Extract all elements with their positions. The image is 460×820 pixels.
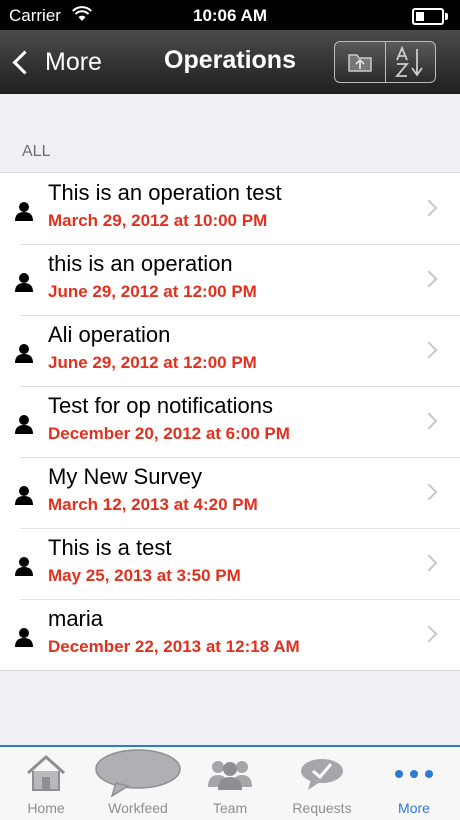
- tab-requests[interactable]: Requests: [276, 747, 368, 820]
- folder-icon: [348, 54, 372, 72]
- sort-az-icon: [395, 46, 423, 77]
- operation-date: March 29, 2012 at 10:00 PM: [48, 211, 268, 230]
- status-bar: Carrier 10:06 AM: [0, 0, 460, 30]
- operation-title: This is an operation test: [48, 180, 282, 205]
- operation-date: June 29, 2012 at 12:00 PM: [48, 353, 257, 372]
- section-header: ALL: [22, 143, 51, 160]
- operation-title: My New Survey: [48, 464, 203, 489]
- tab-label: More: [398, 800, 430, 816]
- list-item[interactable]: This is an operation test March 29, 2012…: [0, 173, 460, 244]
- chevron-right-icon: [420, 270, 438, 288]
- operation-date: May 25, 2013 at 3:50 PM: [48, 566, 241, 585]
- operation-title: This is a test: [48, 535, 172, 560]
- person-icon: [15, 344, 33, 363]
- tab-label: Home: [27, 800, 65, 816]
- navigation-bar: More Operations: [0, 30, 460, 94]
- chevron-right-icon: [420, 199, 438, 217]
- tab-bar: Home Workfeed Team Requests More: [0, 745, 460, 820]
- home-icon: [27, 754, 65, 791]
- tab-label: Team: [212, 800, 248, 816]
- folder-filter-button[interactable]: [335, 42, 385, 82]
- sort-az-button[interactable]: [384, 42, 436, 82]
- person-icon: [15, 273, 33, 292]
- operation-title: this is an operation: [48, 251, 233, 276]
- group-icon: [208, 761, 252, 790]
- chevron-right-icon: [420, 554, 438, 572]
- tab-label: Workfeed: [108, 800, 168, 816]
- operation-title: Ali operation: [48, 322, 171, 347]
- back-button-label: More: [45, 47, 102, 76]
- list-item[interactable]: This is a test May 25, 2013 at 3:50 PM: [0, 528, 460, 599]
- request-check-icon: [301, 759, 343, 790]
- person-icon: [15, 202, 33, 221]
- operation-date: June 29, 2012 at 12:00 PM: [48, 282, 257, 301]
- list-item[interactable]: Ali operation June 29, 2012 at 12:00 PM: [0, 315, 460, 386]
- toolbar-segment: [334, 41, 436, 83]
- person-icon: [15, 415, 33, 434]
- speech-bubble-icon: [95, 749, 181, 797]
- person-icon: [15, 628, 33, 647]
- clock: 10:06 AM: [192, 6, 267, 25]
- list-item[interactable]: maria December 22, 2013 at 12:18 AM: [0, 599, 460, 670]
- person-icon: [15, 486, 33, 505]
- person-icon: [15, 557, 33, 576]
- tab-more[interactable]: More: [368, 747, 460, 820]
- list-item[interactable]: My New Survey March 12, 2013 at 4:20 PM: [0, 457, 460, 528]
- chevron-left-icon: [12, 49, 37, 75]
- operation-date: December 20, 2012 at 6:00 PM: [48, 424, 290, 443]
- tab-home[interactable]: Home: [0, 747, 92, 820]
- more-dots-icon: [395, 770, 433, 778]
- chevron-right-icon: [420, 341, 438, 359]
- operations-list: This is an operation test March 29, 2012…: [0, 172, 460, 671]
- chevron-right-icon: [420, 412, 438, 430]
- tab-team[interactable]: Team: [184, 747, 276, 820]
- operation-date: December 22, 2013 at 12:18 AM: [48, 637, 300, 656]
- operation-title: maria: [48, 606, 104, 631]
- operation-date: March 12, 2013 at 4:20 PM: [48, 495, 258, 514]
- battery-icon: [412, 8, 448, 25]
- chevron-right-icon: [420, 625, 438, 643]
- back-button[interactable]: More: [10, 44, 102, 80]
- operation-title: Test for op notifications: [48, 393, 274, 418]
- list-item[interactable]: this is an operation June 29, 2012 at 12…: [0, 244, 460, 315]
- tab-workfeed[interactable]: Workfeed: [92, 747, 184, 820]
- list-item[interactable]: Test for op notifications December 20, 2…: [0, 386, 460, 457]
- tab-label: Requests: [292, 800, 352, 816]
- chevron-right-icon: [420, 483, 438, 501]
